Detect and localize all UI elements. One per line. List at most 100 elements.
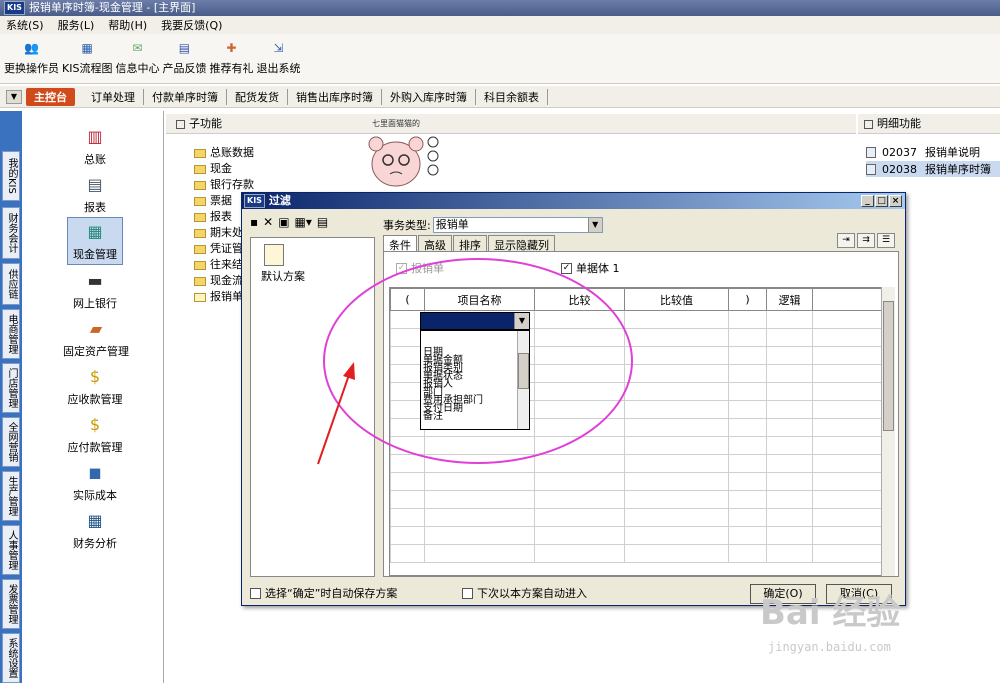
kis-flowchart-button[interactable]: ▦ KIS流程图 xyxy=(62,39,112,76)
title-bar: KIS 报销单序时簿-现金管理 - [主界面] xyxy=(0,0,1000,16)
transaction-type-select[interactable]: 报销单 ▼ xyxy=(432,217,603,233)
product-feedback-button[interactable]: ▤ 产品反馈 xyxy=(162,39,206,76)
grid-scrollbar[interactable] xyxy=(881,287,895,576)
collapse-icon[interactable] xyxy=(176,119,185,129)
append-row-icon[interactable]: ⇉ xyxy=(857,233,875,248)
bear-sticker xyxy=(368,136,439,187)
folder-icon xyxy=(194,276,206,286)
default-plan[interactable]: 默认方案 xyxy=(261,268,305,284)
detail-item-selected[interactable]: 02038 报销单序时簿 xyxy=(866,161,1000,177)
module-ledger[interactable]: ▥ 总账 xyxy=(67,123,123,167)
main-console-tab[interactable]: 主控台 xyxy=(26,87,75,106)
dialog-title-bar: KIS 过滤 _ □ × xyxy=(242,193,905,209)
auto-enter-row[interactable]: 下次以本方案自动进入 xyxy=(462,585,587,601)
table-row[interactable] xyxy=(390,526,882,545)
baidu-watermark: Bai 经验 xyxy=(760,593,901,633)
grid-icon[interactable]: ▦▾ xyxy=(295,215,312,229)
auto-enter-checkbox[interactable] xyxy=(462,587,473,599)
nav-account-balance[interactable]: 科目余额表 xyxy=(476,88,548,105)
delete-icon[interactable]: ✕ xyxy=(263,215,273,229)
delete-row-icon[interactable]: ☰ xyxy=(877,233,895,248)
export-icon[interactable]: ▤ xyxy=(317,215,328,229)
module-receivables[interactable]: $ 应收款管理 xyxy=(62,363,128,407)
nav-delivery[interactable]: 配货发货 xyxy=(227,88,288,105)
dialog-toolbar: ▪ ✕ ▣ ▦▾ ▤ xyxy=(250,215,333,229)
money-bag-icon: $ xyxy=(89,366,101,386)
condition-tools: ⇥ ⇉ ☰ xyxy=(835,233,895,248)
body-checkbox-row[interactable]: ✓ 单据体 1 xyxy=(561,260,620,276)
kis-logo: KIS xyxy=(4,1,25,15)
vtab-finance[interactable]: 财务会计 xyxy=(2,207,20,259)
table-row[interactable] xyxy=(390,490,882,509)
annotation-arrow xyxy=(317,362,355,465)
folder-icon xyxy=(194,244,206,254)
minimize-button[interactable]: _ xyxy=(861,195,874,207)
module-actual-cost[interactable]: ◼ 实际成本 xyxy=(67,459,123,503)
module-financial-analysis[interactable]: ▦ 财务分析 xyxy=(67,507,123,551)
module-fixed-assets[interactable]: ▰ 固定资产管理 xyxy=(60,315,132,359)
table-row[interactable] xyxy=(390,544,882,563)
body-checkbox[interactable]: ✓ xyxy=(561,262,572,274)
vtab-supply-chain[interactable]: 供应链 xyxy=(2,263,20,305)
folder-icon xyxy=(194,180,206,190)
chevron-down-icon[interactable]: ▼ xyxy=(587,218,602,232)
sticker-text: 七里面猫猫的 xyxy=(372,119,420,128)
close-button[interactable]: × xyxy=(889,195,902,207)
menu-help[interactable]: 帮助(H) xyxy=(108,17,147,33)
bank-icon: ▬ xyxy=(87,270,103,290)
folder-icon xyxy=(194,148,206,158)
exit-icon: ⇲ xyxy=(273,41,284,55)
auto-save-row[interactable]: 选择“确定”时自动保存方案 xyxy=(250,585,397,601)
save-icon[interactable]: ▪ xyxy=(250,215,258,229)
copy-icon[interactable]: ▣ xyxy=(278,215,289,229)
baidu-watermark-url: jingyan.baidu.com xyxy=(768,640,891,654)
module-online-bank[interactable]: ▬ 网上银行 xyxy=(67,267,123,311)
change-operator-button[interactable]: 👥 更换操作员 xyxy=(4,39,59,76)
nav-order-processing[interactable]: 订单处理 xyxy=(83,88,144,105)
tree-item[interactable]: 总账数据 xyxy=(194,145,254,161)
maximize-button[interactable]: □ xyxy=(875,195,888,207)
insert-row-icon[interactable]: ⇥ xyxy=(837,233,855,248)
module-payables[interactable]: $ 应付款管理 xyxy=(62,411,128,455)
nav-sales-outbound[interactable]: 销售出库序时簿 xyxy=(288,88,382,105)
truck-icon: ▰ xyxy=(89,318,103,338)
detail-function-header: 明细功能 xyxy=(858,114,1000,134)
collapse-icon[interactable] xyxy=(864,119,873,129)
col-close-paren: ) xyxy=(728,288,767,311)
vtab-invoice[interactable]: 发票管理 xyxy=(2,579,20,629)
tree-item[interactable]: 现金 xyxy=(194,161,254,177)
folder-icon xyxy=(194,228,206,238)
document-icon xyxy=(866,163,876,175)
menu-feedback[interactable]: 我要反馈(Q) xyxy=(161,17,222,33)
vtab-store[interactable]: 门店管理 xyxy=(2,363,20,413)
menu-service[interactable]: 服务(L) xyxy=(58,17,95,33)
detail-item[interactable]: 02037 报销单说明 xyxy=(866,144,980,160)
kis-logo: KIS xyxy=(244,194,265,208)
chart-icon: ▦ xyxy=(87,510,103,530)
transaction-type-row: 事务类型: 报销单 ▼ xyxy=(383,217,603,233)
users-icon: 👥 xyxy=(24,41,39,55)
nav-purchase-inbound[interactable]: 外购入库序时簿 xyxy=(382,88,476,105)
vtab-ecommerce[interactable]: 电商管理 xyxy=(2,309,20,359)
exit-system-button[interactable]: ⇲ 退出系统 xyxy=(256,39,300,76)
module-cash[interactable]: ▦ 现金管理 xyxy=(67,217,123,265)
tree-item[interactable]: 银行存款 xyxy=(194,177,254,193)
info-center-button[interactable]: ✉ 信息中心 xyxy=(115,39,159,76)
vtab-settings[interactable]: 系统设置 xyxy=(2,633,20,683)
left-tab-strip: 我的KIS 财务会计 供应链 电商管理 门店管理 全网营销 生产管理 人事管理 … xyxy=(0,111,22,683)
table-row[interactable] xyxy=(390,472,882,491)
module-report[interactable]: ▤ 报表 xyxy=(67,171,123,215)
folder-icon xyxy=(194,212,206,222)
auto-save-checkbox[interactable] xyxy=(250,587,261,599)
vtab-marketing[interactable]: 全网营销 xyxy=(2,417,20,467)
vtab-production[interactable]: 生产管理 xyxy=(2,471,20,521)
menu-system[interactable]: 系统(S) xyxy=(6,17,44,33)
vtab-my-kis[interactable]: 我的KIS xyxy=(2,151,20,201)
recommend-gift-button[interactable]: ✚ 推荐有礼 xyxy=(209,39,253,76)
nav-payment-journal[interactable]: 付款单序时簿 xyxy=(144,88,227,105)
chevron-down-icon[interactable]: ▼ xyxy=(6,89,22,104)
table-row[interactable] xyxy=(390,508,882,527)
chat-icon: ✉ xyxy=(132,41,143,55)
folder-icon xyxy=(264,244,284,266)
vtab-hr[interactable]: 人事管理 xyxy=(2,525,20,575)
